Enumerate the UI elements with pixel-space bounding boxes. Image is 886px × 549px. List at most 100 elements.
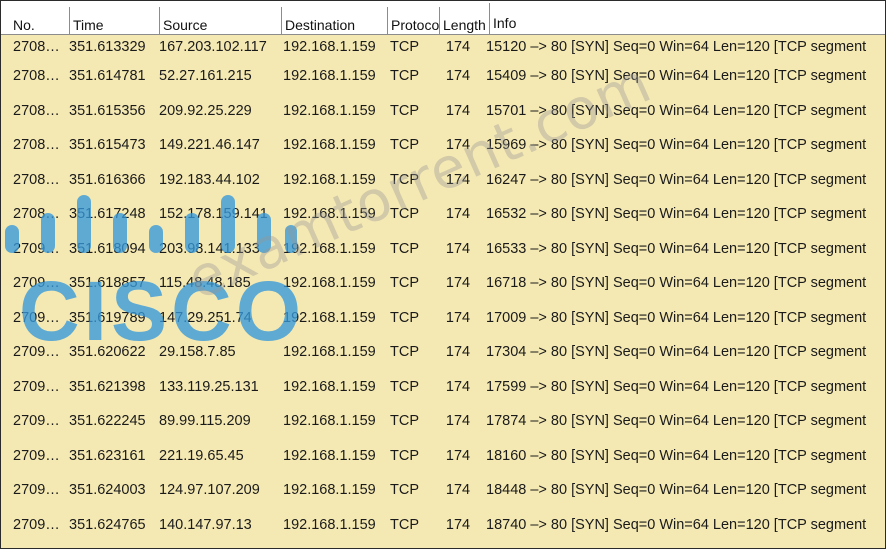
cell-info: 15120 –> 80 [SYN] Seq=0 Win=64 Len=120 […: [486, 39, 867, 55]
cell-info: 17874 –> 80 [SYN] Seq=0 Win=64 Len=120 […: [486, 413, 867, 430]
column-header-protocol[interactable]: Protocol: [387, 7, 439, 35]
cell-info: 16533 –> 80 [SYN] Seq=0 Win=64 Len=120 […: [486, 240, 867, 257]
packet-row[interactable]: 2709… 351.624003 124.97.107.209 192.168.1.1…: [1, 473, 885, 508]
packet-row[interactable]: 2709… 351.618094 203.98.141.133 192.168.1.1…: [1, 231, 885, 266]
cell-destination: 192.168.1.159: [283, 275, 376, 292]
cell-protocol: TCP: [390, 413, 419, 430]
cell-length: 174: [445, 378, 471, 395]
column-header-no[interactable]: No.: [1, 7, 69, 35]
cell-time: 351.624003: [69, 482, 146, 499]
packet-rows: 2708… 351.613329 167.203.102.117 192.168.1.…: [1, 35, 885, 542]
cell-source: 52.27.161.215: [159, 68, 252, 85]
cell-time: 351.621398: [69, 378, 146, 395]
cell-source: 152.178.159.141: [159, 206, 268, 223]
cell-protocol: TCP: [390, 447, 419, 464]
cell-no: 2709…: [13, 378, 60, 395]
cell-time: 351.615473: [69, 137, 146, 154]
cell-no: 2709…: [13, 516, 60, 533]
column-header-time[interactable]: Time: [69, 7, 159, 35]
cell-info: 18740 –> 80 [SYN] Seq=0 Win=64 Len=120 […: [486, 516, 867, 533]
cell-source: 133.119.25.131: [159, 378, 259, 395]
cell-length: 174: [445, 516, 471, 533]
packet-row[interactable]: 2708… 351.613329 167.203.102.117 192.168.1.…: [1, 35, 885, 59]
packet-row[interactable]: 2709… 351.618857 115.48.48.185 192.168.1.15…: [1, 266, 885, 301]
cell-no: 2708…: [13, 171, 60, 188]
cell-source: 221.19.65.45: [159, 447, 244, 464]
packet-row[interactable]: 2709… 351.620622 29.158.7.85 192.168.1.159 T…: [1, 335, 885, 370]
packet-row[interactable]: 2709… 351.621398 133.119.25.131 192.168.1.1…: [1, 369, 885, 404]
column-header-info[interactable]: Info: [489, 3, 885, 35]
cell-info: 16532 –> 80 [SYN] Seq=0 Win=64 Len=120 […: [486, 206, 867, 223]
cell-info: 17304 –> 80 [SYN] Seq=0 Win=64 Len=120 […: [486, 344, 867, 361]
cell-destination: 192.168.1.159: [283, 413, 376, 430]
cell-source: 115.48.48.185: [159, 275, 251, 292]
packet-row[interactable]: 2709… 351.623161 221.19.65.45 192.168.1.159…: [1, 438, 885, 473]
cell-protocol: TCP: [390, 344, 419, 361]
cell-source: 203.98.141.133: [159, 240, 260, 257]
packet-row[interactable]: 2708… 351.616366 192.183.44.102 192.168.1.1…: [1, 162, 885, 197]
cell-source: 124.97.107.209: [159, 482, 260, 499]
cell-destination: 192.168.1.159: [283, 516, 376, 533]
packet-row[interactable]: 2708… 351.614781 52.27.161.215 192.168.1.15…: [1, 59, 885, 94]
column-header-destination[interactable]: Destination: [281, 7, 387, 35]
cell-protocol: TCP: [390, 137, 419, 154]
cell-no: 2708…: [13, 206, 60, 223]
cell-destination: 192.168.1.159: [283, 240, 376, 257]
cell-destination: 192.168.1.159: [283, 378, 376, 395]
cell-info: 15701 –> 80 [SYN] Seq=0 Win=64 Len=120 […: [486, 102, 867, 119]
cell-protocol: TCP: [390, 68, 419, 85]
cell-time: 351.624765: [69, 516, 146, 533]
cell-length: 174: [445, 102, 471, 119]
cell-source: 147.29.251.74: [159, 309, 252, 326]
cell-destination: 192.168.1.159: [283, 206, 376, 223]
cell-no: 2708…: [13, 39, 60, 55]
cell-length: 174: [445, 344, 471, 361]
cell-protocol: TCP: [390, 378, 419, 395]
cell-destination: 192.168.1.159: [283, 447, 376, 464]
cell-length: 174: [445, 171, 471, 188]
cell-time: 351.616366: [69, 171, 146, 188]
column-header-source[interactable]: Source: [159, 7, 281, 35]
cell-time: 351.623161: [69, 447, 146, 464]
packet-row[interactable]: 2708… 351.615473 149.221.46.147 192.168.1.1…: [1, 128, 885, 163]
column-header-length[interactable]: Length: [439, 7, 489, 35]
cell-no: 2709…: [13, 275, 60, 292]
cell-length: 174: [445, 68, 471, 85]
cell-info: 17599 –> 80 [SYN] Seq=0 Win=64 Len=120 […: [486, 378, 867, 395]
packet-row[interactable]: 2708… 351.615356 209.92.25.229 192.168.1.15…: [1, 93, 885, 128]
packet-row[interactable]: 2709… 351.619789 147.29.251.74 192.168.1.15…: [1, 300, 885, 335]
cell-no: 2709…: [13, 309, 60, 326]
cell-time: 351.617248: [69, 206, 146, 223]
packet-row[interactable]: 2708… 351.617248 152.178.159.141 192.168.1.…: [1, 197, 885, 232]
cell-length: 174: [445, 482, 471, 499]
cell-time: 351.613329: [69, 39, 146, 55]
cell-protocol: TCP: [390, 240, 419, 257]
cell-destination: 192.168.1.159: [283, 137, 376, 154]
cell-no: 2709…: [13, 344, 60, 361]
cell-protocol: TCP: [390, 102, 419, 119]
cell-info: 17009 –> 80 [SYN] Seq=0 Win=64 Len=120 […: [486, 309, 867, 326]
packet-row[interactable]: 2709… 351.622245 89.99.115.209 192.168.1.15…: [1, 404, 885, 439]
cell-length: 174: [445, 309, 471, 326]
cell-protocol: TCP: [390, 39, 419, 55]
packet-row[interactable]: 2709… 351.624765 140.147.97.13 192.168.1.15…: [1, 507, 885, 542]
cell-info: 15969 –> 80 [SYN] Seq=0 Win=64 Len=120 […: [486, 137, 867, 154]
cell-destination: 192.168.1.159: [283, 344, 376, 361]
cell-length: 174: [445, 137, 471, 154]
cell-source: 29.158.7.85: [159, 344, 236, 361]
cell-info: 15409 –> 80 [SYN] Seq=0 Win=64 Len=120 […: [486, 68, 867, 85]
cell-info: 16247 –> 80 [SYN] Seq=0 Win=64 Len=120 […: [486, 171, 867, 188]
cell-time: 351.620622: [69, 344, 146, 361]
cell-destination: 192.168.1.159: [283, 68, 376, 85]
cell-time: 351.618857: [69, 275, 146, 292]
cell-time: 351.615356: [69, 102, 146, 119]
cell-time: 351.619789: [69, 309, 146, 326]
cell-info: 18160 –> 80 [SYN] Seq=0 Win=64 Len=120 […: [486, 447, 867, 464]
cell-time: 351.618094: [69, 240, 146, 257]
cell-length: 174: [445, 275, 471, 292]
cell-time: 351.614781: [69, 68, 146, 85]
packet-list-pane: No. Time Source Destination Protocol Len…: [0, 0, 886, 549]
cell-no: 2709…: [13, 447, 60, 464]
cell-no: 2709…: [13, 482, 60, 499]
cell-protocol: TCP: [390, 482, 419, 499]
